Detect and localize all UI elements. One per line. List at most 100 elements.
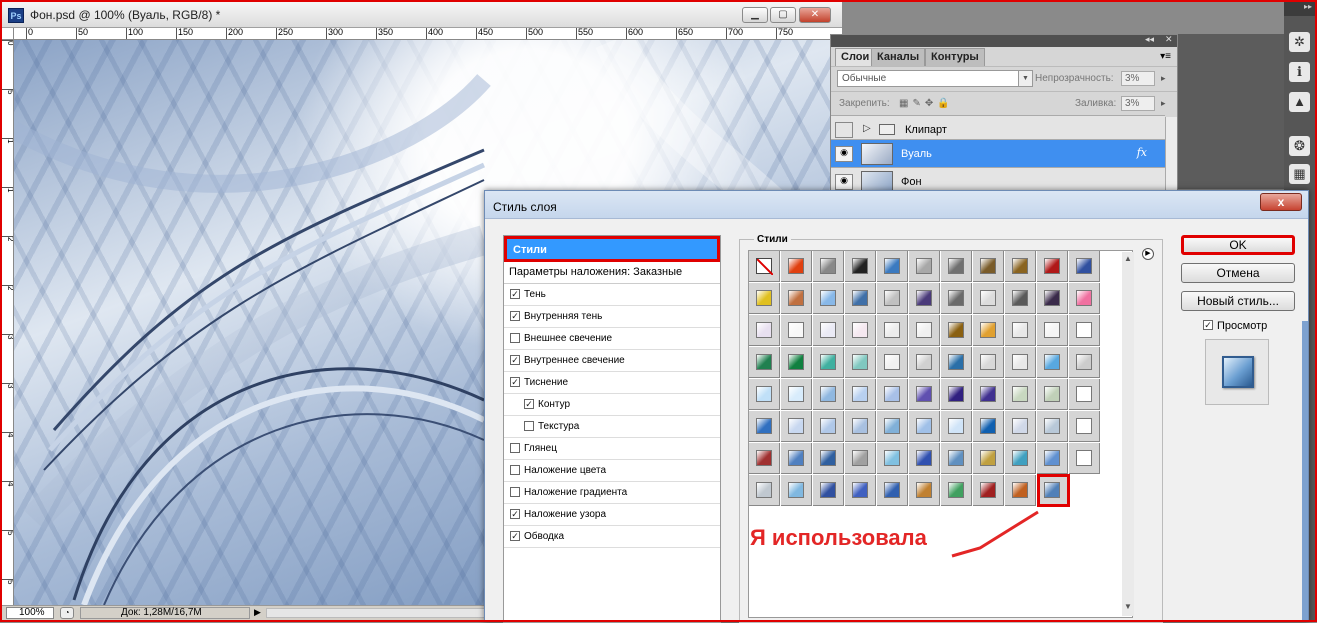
opacity-field[interactable]: 3% <box>1121 71 1155 86</box>
style-swatch[interactable] <box>813 411 844 442</box>
style-swatch[interactable] <box>877 443 908 474</box>
style-swatch[interactable] <box>749 315 780 346</box>
styles-scrollbar[interactable]: ▲ ▼ <box>1122 252 1134 616</box>
close-button[interactable]: ✕ <box>799 7 831 23</box>
minimize-button[interactable]: ▁ <box>742 7 768 23</box>
style-swatch[interactable] <box>845 315 876 346</box>
style-swatch[interactable] <box>813 251 844 282</box>
style-swatch[interactable] <box>781 475 812 506</box>
visibility-toggle[interactable] <box>835 122 853 138</box>
style-swatch[interactable] <box>973 283 1004 314</box>
style-swatch[interactable] <box>1037 411 1068 442</box>
effect-checkbox[interactable]: ✓ <box>510 377 520 387</box>
style-swatch[interactable] <box>1069 251 1100 282</box>
style-swatch[interactable] <box>845 379 876 410</box>
style-swatch[interactable] <box>1069 411 1100 442</box>
style-swatch[interactable] <box>1037 283 1068 314</box>
styles-item[interactable]: Стили <box>504 236 720 262</box>
style-swatch[interactable] <box>1005 347 1036 378</box>
effect-checkbox[interactable]: ✓ <box>510 509 520 519</box>
style-swatch[interactable] <box>877 283 908 314</box>
style-swatch[interactable] <box>749 283 780 314</box>
opacity-arrow-icon[interactable]: ▸ <box>1161 73 1171 88</box>
style-swatch[interactable] <box>1037 347 1068 378</box>
effect-checkbox[interactable]: ✓ <box>510 289 520 299</box>
style-swatch[interactable] <box>941 443 972 474</box>
style-swatch[interactable] <box>1005 475 1036 506</box>
style-swatch[interactable] <box>1037 251 1068 282</box>
vertical-ruler[interactable]: 0 5 1 1 2 2 3 3 4 4 5 5 <box>2 40 14 605</box>
style-swatch[interactable] <box>909 251 940 282</box>
style-swatch[interactable] <box>941 251 972 282</box>
info-icon[interactable]: ℹ <box>1289 62 1310 82</box>
navigator-icon[interactable]: ✲ <box>1289 32 1310 52</box>
style-swatch[interactable] <box>941 283 972 314</box>
horizontal-ruler[interactable]: 0 50 100 150 200 250 300 350 400 450 500 550 600 650 7… <box>14 28 842 40</box>
effect-checkbox[interactable]: ✓ <box>510 531 520 541</box>
layer-row-veil[interactable]: ◉ Вуаль fx <box>831 139 1165 167</box>
fill-arrow-icon[interactable]: ▸ <box>1161 98 1171 113</box>
style-swatch[interactable] <box>973 379 1004 410</box>
dock-collapse-icon[interactable]: ▸▸ <box>1284 2 1315 16</box>
style-swatch[interactable] <box>813 379 844 410</box>
style-swatch[interactable] <box>973 443 1004 474</box>
style-swatch[interactable] <box>781 443 812 474</box>
horizontal-scrollbar[interactable] <box>266 608 486 618</box>
effect-item[interactable]: Глянец <box>504 438 720 460</box>
expand-arrow-icon[interactable]: ▷ <box>863 123 871 134</box>
style-swatch[interactable] <box>1005 411 1036 442</box>
style-swatch[interactable] <box>781 379 812 410</box>
fill-field[interactable]: 3% <box>1121 96 1155 111</box>
style-swatch[interactable] <box>941 315 972 346</box>
style-swatch[interactable] <box>845 411 876 442</box>
style-swatch[interactable] <box>973 347 1004 378</box>
scroll-down-icon[interactable]: ▼ <box>1124 602 1132 611</box>
effect-item[interactable]: ✓ Обводка <box>504 526 720 548</box>
style-swatch[interactable] <box>941 411 972 442</box>
style-swatch[interactable] <box>749 379 780 410</box>
style-swatch[interactable] <box>877 315 908 346</box>
effect-checkbox[interactable] <box>510 443 520 453</box>
style-swatch[interactable] <box>909 443 940 474</box>
style-swatch[interactable] <box>749 443 780 474</box>
blending-options-item[interactable]: Параметры наложения: Заказные <box>504 262 720 284</box>
style-swatch[interactable] <box>877 475 908 506</box>
effect-item[interactable]: Наложение цвета <box>504 460 720 482</box>
style-swatch[interactable] <box>941 475 972 506</box>
effect-item[interactable]: ✓ Контур <box>504 394 720 416</box>
style-swatch[interactable] <box>877 379 908 410</box>
style-swatch[interactable] <box>845 251 876 282</box>
style-swatch[interactable] <box>813 283 844 314</box>
style-swatch[interactable] <box>1005 379 1036 410</box>
style-swatch[interactable] <box>813 475 844 506</box>
styles-menu-icon[interactable]: ▶ <box>1142 248 1154 260</box>
layers-scrollbar[interactable] <box>1165 117 1177 193</box>
effect-item[interactable]: ✓ Наложение узора <box>504 504 720 526</box>
style-swatch[interactable] <box>909 379 940 410</box>
collapse-icon[interactable]: ◂◂ <box>1145 34 1154 45</box>
style-swatch[interactable] <box>909 475 940 506</box>
style-swatch[interactable] <box>909 411 940 442</box>
style-swatch[interactable] <box>1037 443 1068 474</box>
style-swatch[interactable] <box>1069 443 1100 474</box>
document-info[interactable]: Док: 1,28М/16,7М <box>80 607 250 619</box>
style-swatch[interactable] <box>845 443 876 474</box>
style-swatch[interactable] <box>877 347 908 378</box>
effect-checkbox[interactable] <box>510 465 520 475</box>
style-swatch[interactable] <box>1005 315 1036 346</box>
style-swatch[interactable] <box>781 411 812 442</box>
panel-close-icon[interactable]: ✕ <box>1165 34 1173 45</box>
style-swatch[interactable] <box>1069 347 1100 378</box>
panel-header-bar[interactable]: ◂◂ ✕ <box>831 34 1177 47</box>
style-swatch[interactable] <box>749 251 780 282</box>
panel-menu-icon[interactable]: ▾≡ <box>1160 51 1171 62</box>
style-swatch[interactable] <box>749 347 780 378</box>
maximize-button[interactable]: ▢ <box>770 7 796 23</box>
effect-item[interactable]: Внешнее свечение <box>504 328 720 350</box>
preview-checkbox[interactable]: ✓ <box>1203 320 1213 330</box>
histogram-icon[interactable]: ▲ <box>1289 92 1310 112</box>
blend-mode-select[interactable]: Обычные ▼ <box>837 70 1033 87</box>
style-swatch[interactable] <box>813 443 844 474</box>
zoom-field[interactable]: 100% <box>6 607 54 619</box>
style-swatch[interactable] <box>1005 283 1036 314</box>
